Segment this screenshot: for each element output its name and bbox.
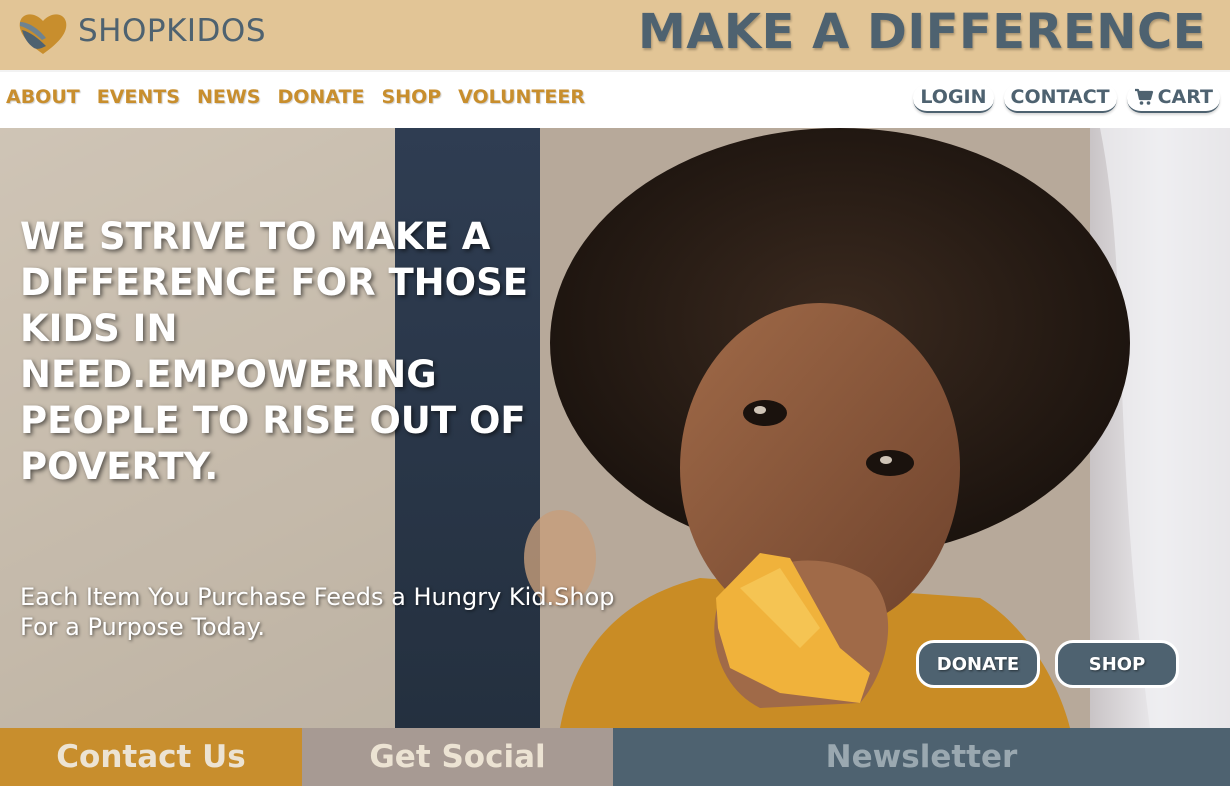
heart-hands-icon[interactable] — [16, 10, 70, 58]
hero-banner: WE STRIVE TO MAKE A DIFFERENCE FOR THOSE… — [0, 128, 1230, 728]
nav-links: ABOUT EVENTS NEWS DONATE SHOP VOLUNTEER — [6, 86, 602, 108]
contact-label: CONTACT — [1010, 86, 1110, 108]
hero-subheading: Each Item You Purchase Feeds a Hungry Ki… — [20, 583, 615, 641]
nav-volunteer[interactable]: VOLUNTEER — [458, 86, 585, 108]
main-nav: ABOUT EVENTS NEWS DONATE SHOP VOLUNTEER … — [0, 70, 1230, 128]
footer-contact-us[interactable]: Contact Us — [0, 728, 302, 786]
nav-about[interactable]: ABOUT — [6, 86, 80, 108]
account-links: LOGIN CONTACT CART — [913, 84, 1220, 113]
cart-icon — [1134, 88, 1153, 105]
page-tagline: MAKE A DIFFERENCE — [638, 4, 1206, 60]
shop-button[interactable]: SHOP — [1055, 640, 1179, 688]
brand-name[interactable]: SHOPKIDOS — [78, 13, 266, 49]
cart-link[interactable]: CART — [1126, 84, 1220, 113]
nav-donate[interactable]: DONATE — [277, 86, 364, 108]
footer-newsletter[interactable]: Newsletter — [613, 728, 1230, 786]
cart-label: CART — [1157, 86, 1213, 108]
nav-shop[interactable]: SHOP — [381, 86, 441, 108]
nav-events[interactable]: EVENTS — [97, 86, 180, 108]
contact-link[interactable]: CONTACT — [1003, 84, 1117, 113]
login-link[interactable]: LOGIN — [913, 84, 994, 113]
footer-get-social[interactable]: Get Social — [302, 728, 613, 786]
brand-bar: SHOPKIDOS MAKE A DIFFERENCE — [0, 0, 1230, 70]
hero-heading: WE STRIVE TO MAKE A DIFFERENCE FOR THOSE… — [20, 215, 529, 488]
login-label: LOGIN — [920, 86, 987, 108]
footer-strip: Contact Us Get Social Newsletter — [0, 728, 1230, 786]
nav-news[interactable]: NEWS — [197, 86, 261, 108]
donate-button[interactable]: DONATE — [916, 640, 1040, 688]
